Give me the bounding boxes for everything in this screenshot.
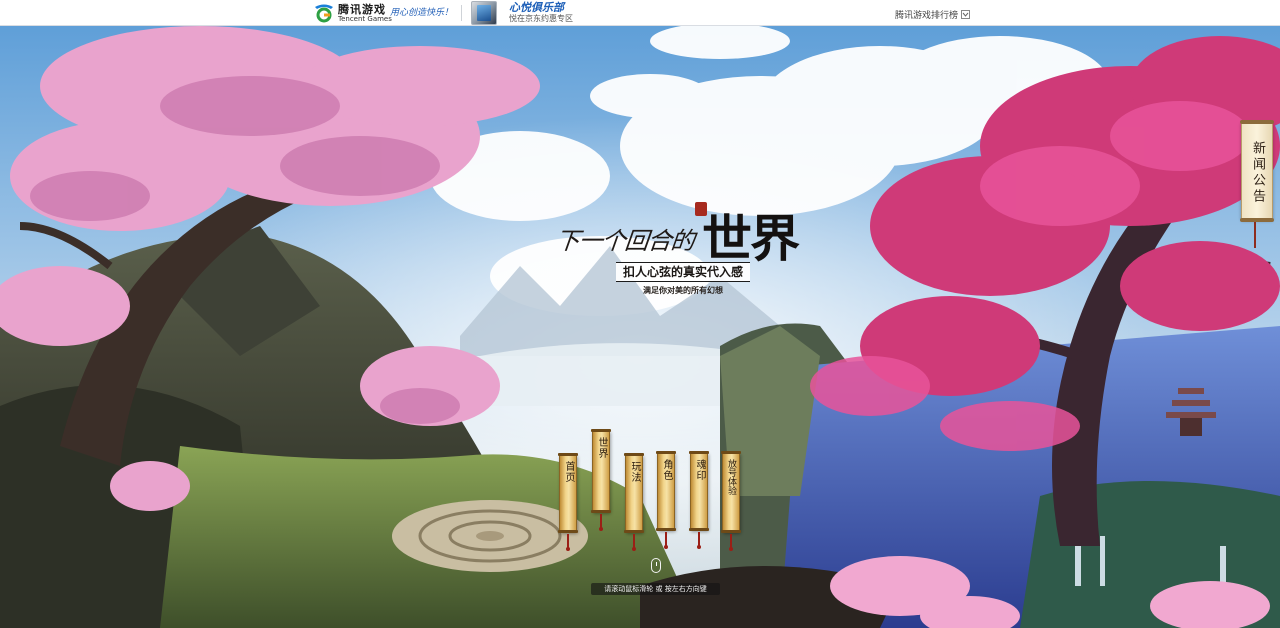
nav-scroll-home[interactable]: 首页 — [558, 453, 578, 533]
nav-tassel-world — [599, 514, 603, 531]
nav-scroll-characters[interactable]: 角色 — [656, 451, 676, 531]
nav-label-world: 世界 — [596, 437, 607, 459]
headline-small-text: 下一个回合的 — [554, 227, 696, 255]
nav-label-characters: 角色 — [661, 459, 672, 481]
nav-tassel-beta-access — [729, 534, 733, 551]
nav-tassel-gameplay — [632, 534, 636, 551]
nav-tassel-home — [566, 534, 570, 551]
red-seal-stamp — [695, 202, 707, 216]
news-tab-tassel — [1254, 222, 1256, 248]
hero-subtitle: 扣人心弦的真实代入感 — [616, 262, 750, 282]
nav-scroll-soul-seal[interactable]: 魂印 — [689, 451, 709, 531]
nav-scroll-gameplay[interactable]: 玩法 — [624, 453, 644, 533]
promo-link[interactable]: 心悦俱乐部 悦在京东约惠专区 — [509, 2, 573, 23]
rank-link-label: 腾讯游戏排行榜 — [895, 11, 959, 21]
news-tab-label: 新闻公告 — [1250, 141, 1265, 205]
brand-slogan: 用心创造快乐！ — [390, 8, 454, 18]
nav-label-soul-seal: 魂印 — [694, 459, 705, 481]
promo-title: 心悦俱乐部 — [509, 1, 564, 14]
landscape-illustration — [0, 26, 1280, 628]
headline-big-text: 世界 — [702, 209, 800, 268]
topbar-divider — [461, 5, 462, 21]
brand-name-cn: 腾讯游戏 — [338, 2, 386, 16]
chevron-down-icon — [961, 10, 971, 19]
nav-scroll-beta-access[interactable]: 放号体验 — [721, 451, 741, 533]
promo-thumbnail[interactable] — [471, 1, 497, 25]
nav-label-beta-access: 放号体验 — [726, 459, 736, 495]
nav-tassel-characters — [664, 532, 668, 549]
promo-subtitle: 悦在京东约惠专区 — [509, 14, 573, 23]
nav-label-gameplay: 玩法 — [629, 461, 640, 483]
scroll-hint: 请滚动鼠标滑轮 或 按左右方向键 — [591, 583, 720, 595]
tencent-games-logo-icon — [312, 3, 336, 23]
brand-name-en: Tencent Games — [338, 14, 392, 23]
hero-scene: 下一个回合的 世界 扣人心弦的真实代入感 满足你对美的所有幻想 新闻公告 首页 … — [0, 26, 1280, 628]
tencent-games-brand[interactable]: 腾讯游戏 Tencent Games — [312, 2, 392, 24]
nav-tassel-soul-seal — [697, 532, 701, 549]
news-announcement-tab[interactable]: 新闻公告 — [1240, 120, 1274, 222]
mouse-scroll-icon — [651, 558, 661, 573]
rank-dropdown[interactable]: 腾讯游戏排行榜 — [895, 8, 971, 21]
hero-tagline: 满足你对美的所有幻想 — [643, 285, 723, 295]
nav-label-home: 首页 — [563, 461, 574, 483]
nav-scroll-world[interactable]: 世界 — [591, 429, 611, 513]
top-bar: 腾讯游戏 Tencent Games 用心创造快乐！ 心悦俱乐部 悦在京东约惠专… — [0, 0, 1280, 26]
